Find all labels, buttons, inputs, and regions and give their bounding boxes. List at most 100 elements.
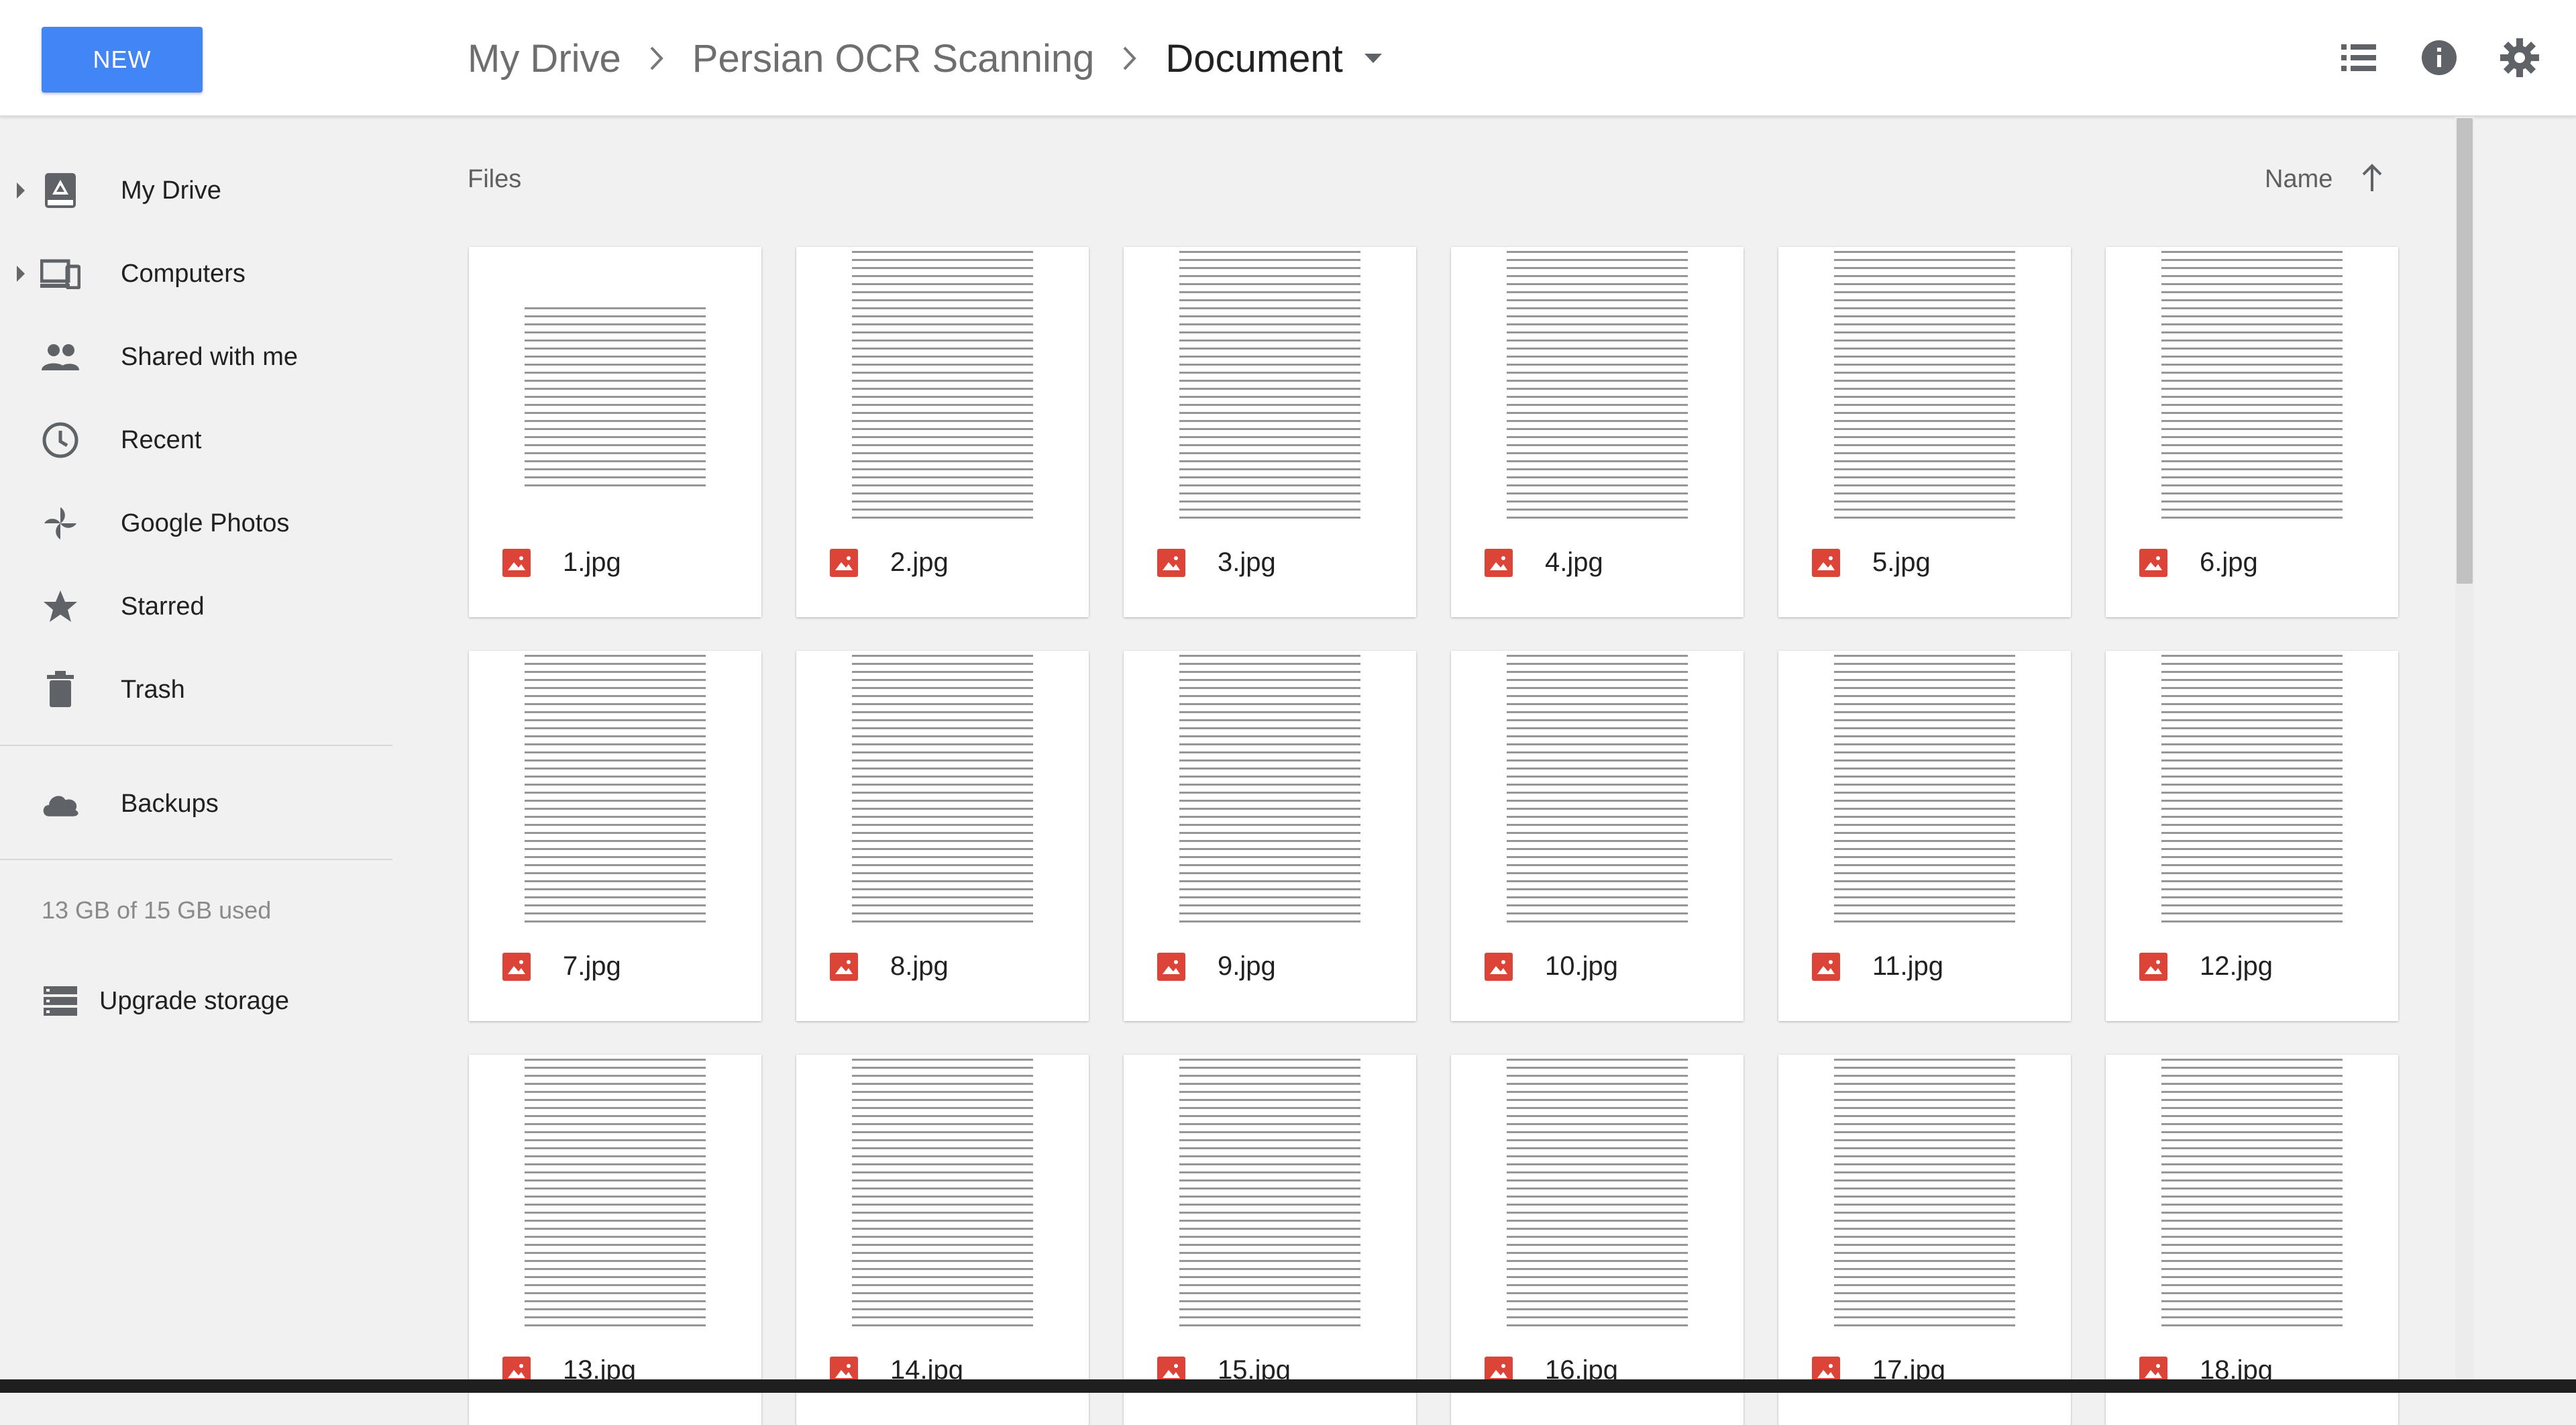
file-thumbnail <box>2106 247 2398 522</box>
image-file-icon <box>830 953 858 981</box>
sidebar-item-trash[interactable]: Trash <box>0 656 396 723</box>
file-card-footer: 8.jpg <box>796 926 1089 1021</box>
drive-icon <box>40 170 80 211</box>
chevron-right-icon <box>1121 45 1138 72</box>
new-button[interactable]: NEW <box>42 27 203 93</box>
file-thumbnail <box>1451 651 1743 926</box>
document-page-preview <box>2161 1059 2343 1330</box>
breadcrumb-persian-ocr[interactable]: Persian OCR Scanning <box>692 36 1095 81</box>
file-card-footer: 12.jpg <box>2106 926 2398 1021</box>
sidebar-item-label: Trash <box>121 675 185 704</box>
file-card[interactable]: 9.jpg <box>1124 651 1416 1021</box>
image-file-icon <box>1485 953 1513 981</box>
file-card[interactable]: 15.jpg <box>1124 1055 1416 1425</box>
file-card-footer: 7.jpg <box>469 926 761 1021</box>
file-thumbnail <box>1778 651 2071 926</box>
file-card-footer: 11.jpg <box>1778 926 2071 1021</box>
file-card[interactable]: 12.jpg <box>2106 651 2398 1021</box>
list-view-icon[interactable] <box>2337 36 2380 79</box>
sidebar-item-label: My Drive <box>121 176 221 205</box>
file-card[interactable]: 17.jpg <box>1778 1055 2071 1425</box>
image-file-icon <box>502 953 531 981</box>
arrow-up-icon[interactable] <box>2359 161 2385 195</box>
document-page-preview <box>852 655 1033 926</box>
image-file-icon <box>1485 549 1513 577</box>
chevron-right-icon <box>648 45 665 72</box>
sort-by-name[interactable]: Name <box>2265 165 2332 194</box>
document-page-preview <box>1507 1059 1688 1330</box>
file-card[interactable]: 4.jpg <box>1451 247 1743 617</box>
sidebar-item-recent[interactable]: Recent <box>0 407 396 474</box>
file-card[interactable]: 13.jpg <box>469 1055 761 1425</box>
file-card-footer: 16.jpg <box>1451 1330 1743 1425</box>
file-card-footer: 1.jpg <box>469 522 761 617</box>
file-card[interactable]: 8.jpg <box>796 651 1089 1021</box>
image-file-icon <box>2139 549 2167 577</box>
file-card[interactable]: 5.jpg <box>1778 247 2071 617</box>
sidebar-item-starred[interactable]: Starred <box>0 573 396 640</box>
trash-icon <box>40 670 80 710</box>
document-page-preview <box>1507 251 1688 522</box>
document-page-preview <box>2161 251 2343 522</box>
file-card-footer: 17.jpg <box>1778 1330 2071 1425</box>
file-card[interactable]: 10.jpg <box>1451 651 1743 1021</box>
document-page-preview <box>1834 655 2015 926</box>
sidebar-item-google-photos[interactable]: Google Photos <box>0 490 396 557</box>
sidebar-item-computers[interactable]: Computers <box>0 240 396 307</box>
cloud-icon <box>40 784 80 824</box>
file-card[interactable]: 14.jpg <box>796 1055 1089 1425</box>
file-card-footer: 3.jpg <box>1124 522 1416 617</box>
file-card[interactable]: 18.jpg <box>2106 1055 2398 1425</box>
star-icon <box>40 586 80 627</box>
storage-usage-text: 13 GB of 15 GB used <box>42 896 272 924</box>
image-file-icon <box>830 549 858 577</box>
file-card-footer: 5.jpg <box>1778 522 2071 617</box>
document-page-preview <box>852 251 1033 522</box>
file-thumbnail <box>1124 1055 1416 1330</box>
upgrade-storage-link[interactable]: Upgrade storage <box>0 967 396 1035</box>
document-page-preview <box>2161 655 2343 926</box>
storage-icon <box>40 981 80 1021</box>
expand-arrow-icon[interactable] <box>16 264 30 284</box>
file-card[interactable]: 11.jpg <box>1778 651 2071 1021</box>
file-card-footer: 18.jpg <box>2106 1330 2398 1425</box>
image-file-icon <box>1157 549 1185 577</box>
sidebar-item-label: Shared with me <box>121 342 299 371</box>
breadcrumb-my-drive[interactable]: My Drive <box>468 36 621 81</box>
clock-icon <box>40 420 80 460</box>
file-card[interactable]: 6.jpg <box>2106 247 2398 617</box>
file-name: 6.jpg <box>2200 547 2258 577</box>
document-page-preview <box>1179 251 1360 522</box>
file-name: 5.jpg <box>1872 547 1931 577</box>
window-bottom-edge <box>0 1379 2576 1393</box>
file-card-footer: 15.jpg <box>1124 1330 1416 1425</box>
image-file-icon <box>2139 953 2167 981</box>
file-card[interactable]: 1.jpg <box>469 247 761 617</box>
sidebar-item-shared-with-me[interactable]: Shared with me <box>0 323 396 390</box>
file-card[interactable]: 7.jpg <box>469 651 761 1021</box>
upgrade-storage-label: Upgrade storage <box>99 986 290 1015</box>
file-card[interactable]: 2.jpg <box>796 247 1089 617</box>
file-thumbnail <box>1778 1055 2071 1330</box>
expand-arrow-icon[interactable] <box>16 180 30 201</box>
settings-gear-icon[interactable] <box>2498 36 2541 79</box>
breadcrumb-document[interactable]: Document <box>1165 36 1342 81</box>
caret-down-icon[interactable] <box>1363 52 1383 65</box>
sidebar-item-my-drive[interactable]: My Drive <box>0 157 396 224</box>
file-card-footer: 14.jpg <box>796 1330 1089 1425</box>
info-icon[interactable] <box>2418 36 2461 79</box>
file-card[interactable]: 3.jpg <box>1124 247 1416 617</box>
file-card-footer: 4.jpg <box>1451 522 1743 617</box>
file-card[interactable]: 16.jpg <box>1451 1055 1743 1425</box>
file-thumbnail <box>2106 1055 2398 1330</box>
scrollbar-thumb[interactable] <box>2457 118 2473 584</box>
file-name: 1.jpg <box>563 547 621 577</box>
document-page-preview <box>1834 251 2015 522</box>
file-thumbnail <box>469 247 761 522</box>
sidebar-item-backups[interactable]: Backups <box>0 770 396 837</box>
file-thumbnail <box>796 651 1089 926</box>
image-file-icon <box>1812 953 1840 981</box>
file-card-footer: 2.jpg <box>796 522 1089 617</box>
image-file-icon <box>502 549 531 577</box>
sidebar-item-label: Google Photos <box>121 509 290 537</box>
